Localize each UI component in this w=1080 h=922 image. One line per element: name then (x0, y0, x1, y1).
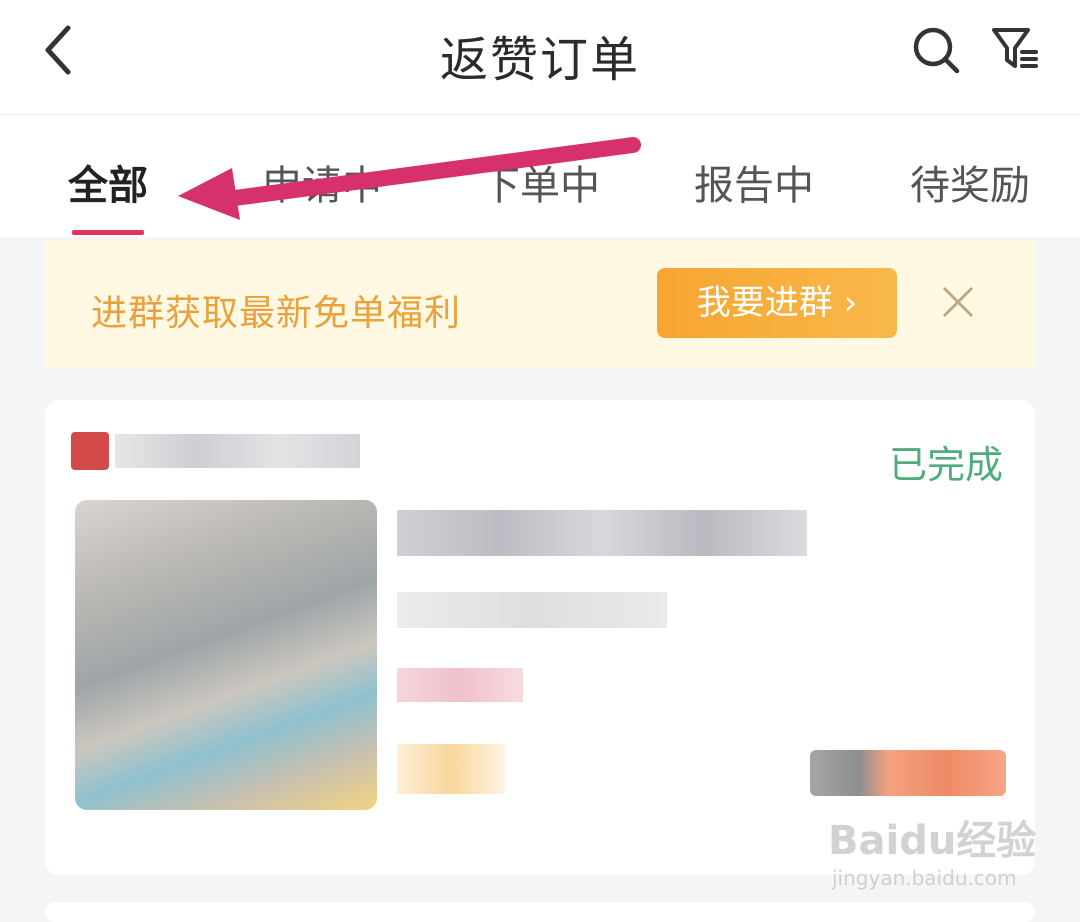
join-group-button[interactable]: 我要进群 › (657, 268, 897, 338)
shop-name-redacted (115, 434, 360, 468)
tag-redacted (397, 744, 505, 794)
tab-all[interactable]: 全部 (68, 153, 148, 211)
product-image (75, 500, 377, 810)
filter-icon (992, 28, 1038, 68)
tab-reporting[interactable]: 报告中 (694, 153, 814, 211)
order-status: 已完成 (888, 443, 1003, 487)
order-card[interactable]: 已完成 (45, 400, 1035, 875)
nav-bar: 返赞订单 (0, 0, 1080, 115)
tab-pending-reward[interactable]: 待奖励 (910, 153, 1030, 211)
banner-text: 进群获取最新免单福利 (91, 293, 462, 334)
banner-close-button[interactable] (941, 285, 975, 323)
tab-applying[interactable]: 申请中 (262, 153, 382, 211)
next-order-card[interactable] (45, 902, 1035, 922)
active-tab-indicator (72, 230, 144, 235)
filter-button[interactable] (990, 24, 1040, 78)
product-title-redacted (397, 510, 807, 556)
product-spec-redacted (397, 592, 667, 628)
order-tabs: 全部 申请中 下单中 报告中 待奖励 (0, 115, 1080, 237)
search-button[interactable] (910, 24, 962, 80)
group-promo-banner: 进群获取最新免单福利 我要进群 › (45, 240, 1035, 368)
action-button-redacted[interactable] (810, 750, 1006, 796)
search-icon (913, 27, 960, 74)
tab-ordering[interactable]: 下单中 (480, 153, 600, 211)
close-icon (942, 286, 974, 318)
shop-icon (71, 432, 109, 470)
price-redacted (397, 668, 523, 702)
